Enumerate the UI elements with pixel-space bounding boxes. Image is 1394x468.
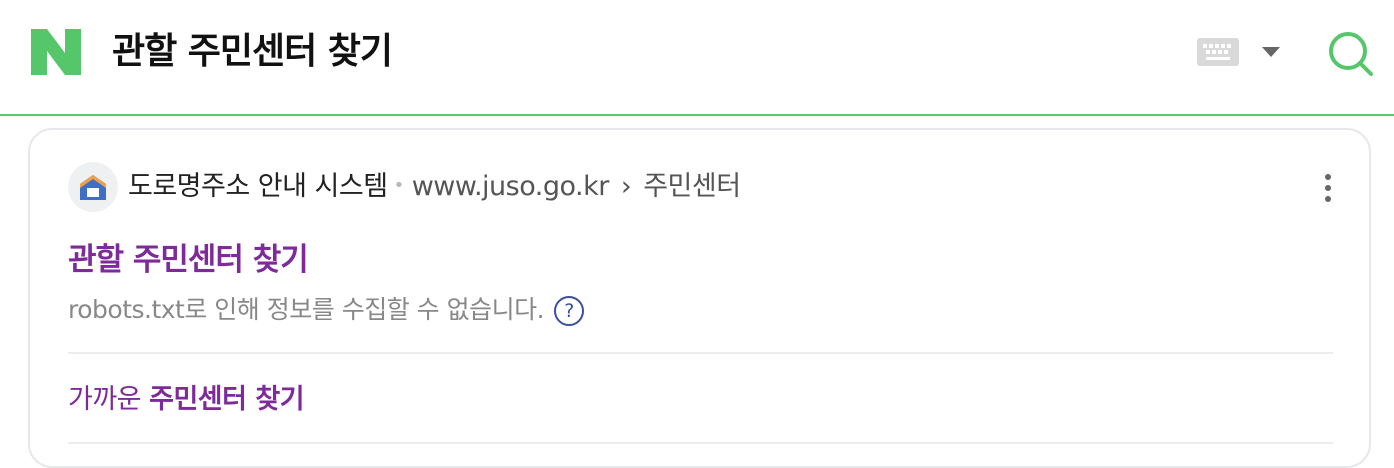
site-favicon-icon xyxy=(68,162,118,212)
keyboard-icon[interactable] xyxy=(1197,38,1239,66)
result-source[interactable]: 도로명주소 안내 시스템 • www.juso.go.kr › 주민센터 xyxy=(128,166,741,207)
help-icon[interactable]: ? xyxy=(554,296,585,326)
divider xyxy=(68,442,1333,444)
result-title-link[interactable]: 관할 주민센터 찾기 xyxy=(68,236,309,284)
site-name[interactable]: 도로명주소 안내 시스템 xyxy=(128,171,388,202)
breadcrumb-path[interactable]: 주민센터 xyxy=(643,171,741,202)
search-header: 관할 주민센터 찾기 xyxy=(0,0,1394,116)
site-url[interactable]: www.juso.go.kr xyxy=(412,171,610,202)
description-text: robots.txt로 인해 정보를 수집할 수 없습니다. xyxy=(68,295,545,324)
sublink-nearby-center[interactable]: 가까운 주민센터 찾기 xyxy=(68,380,305,420)
divider xyxy=(68,352,1333,354)
breadcrumb-separator: › xyxy=(620,171,632,202)
caret-down-icon[interactable] xyxy=(1262,47,1280,57)
result-description: robots.txt로 인해 정보를 수집할 수 없습니다.? xyxy=(68,290,585,330)
result-card: 도로명주소 안내 시스템 • www.juso.go.kr › 주민센터 관할 주민센터… xyxy=(28,128,1371,468)
search-icon[interactable] xyxy=(1325,28,1377,80)
separator-dot: • xyxy=(393,175,405,196)
naver-logo[interactable] xyxy=(31,29,81,75)
sublink-bold: 주민센터 찾기 xyxy=(149,384,305,415)
more-options-icon[interactable] xyxy=(1323,174,1333,204)
search-query[interactable]: 관할 주민센터 찾기 xyxy=(112,26,393,78)
sublink-prefix: 가까운 xyxy=(68,384,150,415)
